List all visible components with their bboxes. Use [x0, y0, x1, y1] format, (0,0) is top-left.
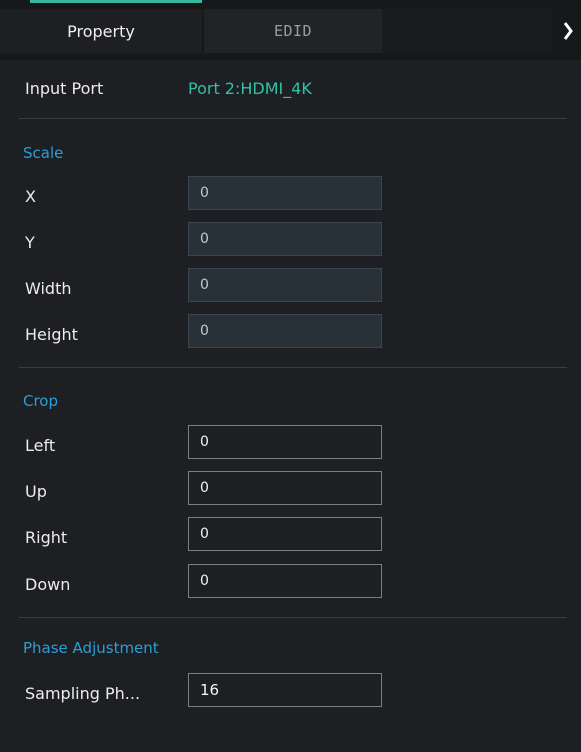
tab-property-label: Property	[67, 21, 135, 41]
scale-x-row: X 0	[0, 176, 581, 213]
scale-height-row: Height 0	[0, 314, 581, 351]
crop-right-input[interactable]: 0	[188, 517, 382, 551]
section-phase-title: Phase Adjustment	[23, 639, 159, 657]
crop-up-input[interactable]: 0	[188, 471, 382, 505]
section-crop-title: Crop	[23, 392, 59, 410]
crop-down-input[interactable]: 0	[188, 564, 382, 598]
scale-x-label: X	[25, 186, 36, 206]
active-tab-indicator	[30, 0, 202, 3]
crop-left-row: Left 0	[0, 425, 581, 462]
crop-up-row: Up 0	[0, 471, 581, 508]
chevron-right-icon	[563, 22, 573, 40]
tab-property[interactable]: Property	[0, 0, 202, 53]
scale-x-input[interactable]: 0	[188, 176, 382, 210]
tab-bar: Property EDID	[0, 0, 581, 60]
divider	[19, 118, 567, 119]
sampling-phase-label: Sampling Ph...	[25, 683, 141, 703]
tab-edid-label: EDID	[273, 22, 313, 40]
scale-width-label: Width	[25, 278, 72, 298]
input-port-label: Input Port	[25, 78, 104, 98]
crop-down-row: Down 0	[0, 564, 581, 601]
input-port-row: Input Port Port 2:HDMI_4K	[0, 71, 581, 105]
input-port-value: Port 2:HDMI_4K	[188, 78, 312, 98]
scale-y-row: Y 0	[0, 222, 581, 259]
crop-right-label: Right	[25, 527, 68, 547]
divider	[19, 617, 567, 618]
section-scale-title: Scale	[23, 144, 64, 162]
tab-placeholder	[382, 9, 552, 53]
crop-left-input[interactable]: 0	[188, 425, 382, 459]
sampling-phase-row: Sampling Ph... 16	[0, 673, 581, 710]
scale-y-label: Y	[25, 232, 35, 252]
scale-y-input[interactable]: 0	[188, 222, 382, 256]
scale-height-label: Height	[25, 324, 78, 344]
divider	[19, 367, 567, 368]
scale-height-input[interactable]: 0	[188, 314, 382, 348]
scale-width-row: Width 0	[0, 268, 581, 305]
tab-edid[interactable]: EDID	[204, 9, 382, 53]
sampling-phase-input[interactable]: 16	[188, 673, 382, 707]
crop-up-label: Up	[25, 481, 47, 501]
scroll-tabs-right-button[interactable]	[558, 16, 578, 46]
crop-down-label: Down	[25, 574, 71, 594]
crop-left-label: Left	[25, 435, 56, 455]
crop-right-row: Right 0	[0, 517, 581, 554]
scale-width-input[interactable]: 0	[188, 268, 382, 302]
